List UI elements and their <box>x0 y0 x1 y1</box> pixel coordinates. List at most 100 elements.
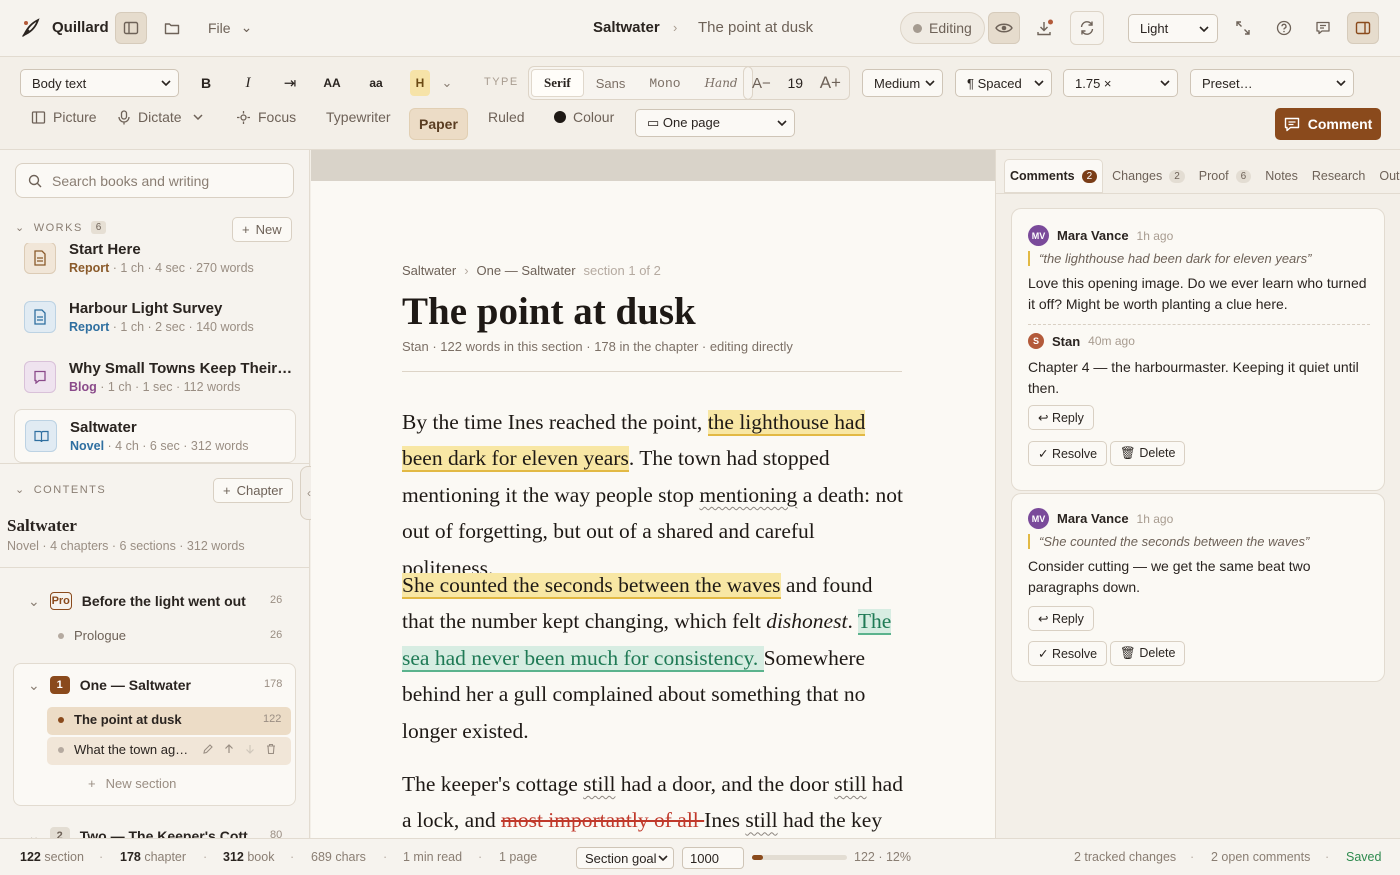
paragraph[interactable]: The keeper's cottage still had a door, a… <box>402 766 907 838</box>
typewriter-mode-button[interactable]: Typewriter <box>317 101 400 133</box>
chapter-row[interactable]: ⌄ 2 Two — The Keeper's Cott <box>28 827 248 838</box>
typeface-sans[interactable]: Sans <box>584 69 638 97</box>
comment-quote[interactable]: “She counted the seconds between the wav… <box>1028 534 1309 549</box>
breadcrumb-chapter[interactable]: One — Saltwater <box>477 263 576 278</box>
toggle-right-panel-button[interactable] <box>1347 12 1379 44</box>
feedback-button[interactable] <box>1307 12 1339 44</box>
typeface-mono[interactable]: Mono <box>637 69 692 97</box>
toggle-left-sidebar-button[interactable] <box>115 12 147 44</box>
paper-page[interactable]: Saltwater › One — Saltwater section 1 of… <box>311 181 995 838</box>
plus-icon: + <box>242 222 250 237</box>
pencil-icon[interactable] <box>202 743 214 755</box>
comment-quote[interactable]: “the lighthouse had been dark for eleven… <box>1028 251 1311 266</box>
lowercase-button[interactable]: aa <box>365 70 387 96</box>
paragraph[interactable]: She counted the seconds between the wave… <box>402 567 907 749</box>
tab-research[interactable]: Research <box>1307 159 1371 193</box>
reply-button[interactable]: ↩ Reply <box>1028 606 1094 631</box>
bold-button[interactable]: B <box>196 70 216 96</box>
help-button[interactable] <box>1268 12 1300 44</box>
highlight-options-chevron-icon[interactable]: ⌄ <box>440 70 454 96</box>
typeface-hand[interactable]: Hand <box>693 69 750 97</box>
comment-author: Mara Vance <box>1057 228 1129 243</box>
spelling-flag[interactable]: mentioning <box>699 483 797 507</box>
refresh-icon <box>1080 21 1094 35</box>
font-size-decrease-button[interactable]: A− <box>752 75 771 92</box>
tab-proof[interactable]: Proof 6 <box>1194 159 1256 193</box>
new-work-button[interactable]: + New <box>232 217 292 242</box>
add-chapter-button[interactable]: + Chapter <box>213 478 293 503</box>
dictate-button[interactable]: Dictate <box>108 101 191 133</box>
font-weight-select[interactable]: Medium <box>862 69 943 97</box>
goal-value-input[interactable]: 1000 <box>682 847 744 869</box>
section-row[interactable]: What the town ag… <box>58 742 188 757</box>
page-title[interactable]: The point at dusk <box>402 289 696 334</box>
highlight-button[interactable]: H <box>410 70 430 96</box>
paragraph-style-select[interactable]: Body text <box>20 69 179 97</box>
uppercase-button[interactable]: AA <box>320 70 344 96</box>
new-section-button[interactable]: + New section <box>88 776 176 791</box>
spelling-flag[interactable]: still <box>745 808 777 832</box>
search-icon <box>28 174 42 187</box>
chevron-down-icon <box>658 855 668 861</box>
delete-button[interactable]: 🗑 Delete <box>1110 441 1186 466</box>
insert-picture-button[interactable]: Picture <box>22 101 106 133</box>
reply-button[interactable]: ↩ Reply <box>1028 405 1094 430</box>
resolve-button[interactable]: ✓ Resolve <box>1028 641 1108 666</box>
arrow-up-icon[interactable] <box>223 743 235 755</box>
italic-button[interactable]: I <box>238 70 258 96</box>
line-height-select[interactable]: 1.75 × <box>1063 69 1178 97</box>
export-button[interactable] <box>1029 12 1061 44</box>
works-section-header[interactable]: ⌄ WORKS 6 <box>15 221 107 234</box>
text-run: had a door, and the door <box>615 772 835 796</box>
goal-type-select[interactable]: Section goal <box>576 847 674 869</box>
work-item-start-here[interactable]: Start Here Report · 1 ch · 4 sec · 270 w… <box>14 243 296 285</box>
colour-mode-button[interactable]: Colour <box>545 101 623 133</box>
arrow-down-icon[interactable] <box>244 743 256 755</box>
paragraph[interactable]: By the time Ines reached the point, the … <box>402 404 907 586</box>
sync-button[interactable] <box>1070 11 1104 45</box>
work-item-saltwater[interactable]: Saltwater Novel · 4 ch · 6 sec · 312 wor… <box>14 409 296 463</box>
section-row[interactable]: The point at dusk <box>58 712 182 727</box>
file-menu[interactable]: File ⌄ <box>208 19 252 36</box>
commented-highlight[interactable]: She counted the seconds between the wave… <box>402 573 781 599</box>
resolve-button[interactable]: ✓ Resolve <box>1028 441 1108 466</box>
tab-changes[interactable]: Changes 2 <box>1107 159 1190 193</box>
breadcrumb-work[interactable]: Saltwater <box>402 263 456 278</box>
font-size-value[interactable]: 19 <box>787 75 803 91</box>
tab-outline[interactable]: Outline <box>1374 159 1400 193</box>
open-comments-count[interactable]: 2 open comments <box>1211 850 1310 864</box>
paragraph-spacing-select[interactable]: ¶ Spaced <box>955 69 1052 97</box>
tracked-deletion[interactable]: most importantly of all <box>501 808 704 832</box>
chapter-row[interactable]: ⌄ Pro Before the light went out <box>28 592 246 610</box>
page-mode-select[interactable]: ▭ One page <box>635 109 795 137</box>
focus-mode-button[interactable]: Focus <box>227 101 305 133</box>
editing-status-pill[interactable]: Editing <box>900 12 985 44</box>
font-size-control: A− 19 A+ <box>743 66 850 100</box>
indent-button[interactable]: ⇥ <box>280 70 300 96</box>
tab-notes[interactable]: Notes <box>1260 159 1303 193</box>
work-type: Report <box>69 320 110 334</box>
typeface-serif[interactable]: Serif <box>531 69 584 97</box>
tab-comments[interactable]: Comments 2 <box>1004 159 1104 193</box>
spelling-flag[interactable]: still <box>834 772 866 796</box>
trash-icon[interactable] <box>265 743 277 755</box>
preview-button[interactable] <box>988 12 1020 44</box>
tracked-changes-count[interactable]: 2 tracked changes <box>1074 850 1176 864</box>
chapter-row[interactable]: ⌄ 1 One — Saltwater <box>28 676 191 694</box>
spelling-flag[interactable]: still <box>583 772 615 796</box>
work-item-harbour-light-survey[interactable]: Harbour Light Survey Report · 1 ch · 2 s… <box>14 290 296 344</box>
preset-select[interactable]: Preset… <box>1190 69 1354 97</box>
theme-select[interactable]: Light <box>1128 14 1218 43</box>
section-row[interactable]: Prologue <box>58 628 126 643</box>
search-input[interactable]: Search books and writing <box>15 163 294 198</box>
work-item-why-small-towns[interactable]: Why Small Towns Keep Their… Blog · 1 ch … <box>14 350 296 404</box>
paper-mode-button[interactable]: Paper <box>409 108 468 140</box>
font-size-increase-button[interactable]: A+ <box>820 73 841 93</box>
dictate-options-button[interactable] <box>188 101 208 133</box>
fullscreen-button[interactable] <box>1227 12 1259 44</box>
open-folder-button[interactable] <box>156 12 188 44</box>
add-comment-button[interactable]: Comment <box>1275 108 1381 140</box>
ruled-mode-button[interactable]: Ruled <box>479 101 534 133</box>
delete-button[interactable]: 🗑 Delete <box>1110 641 1186 666</box>
contents-section-header[interactable]: ⌄ CONTENTS <box>15 483 106 497</box>
